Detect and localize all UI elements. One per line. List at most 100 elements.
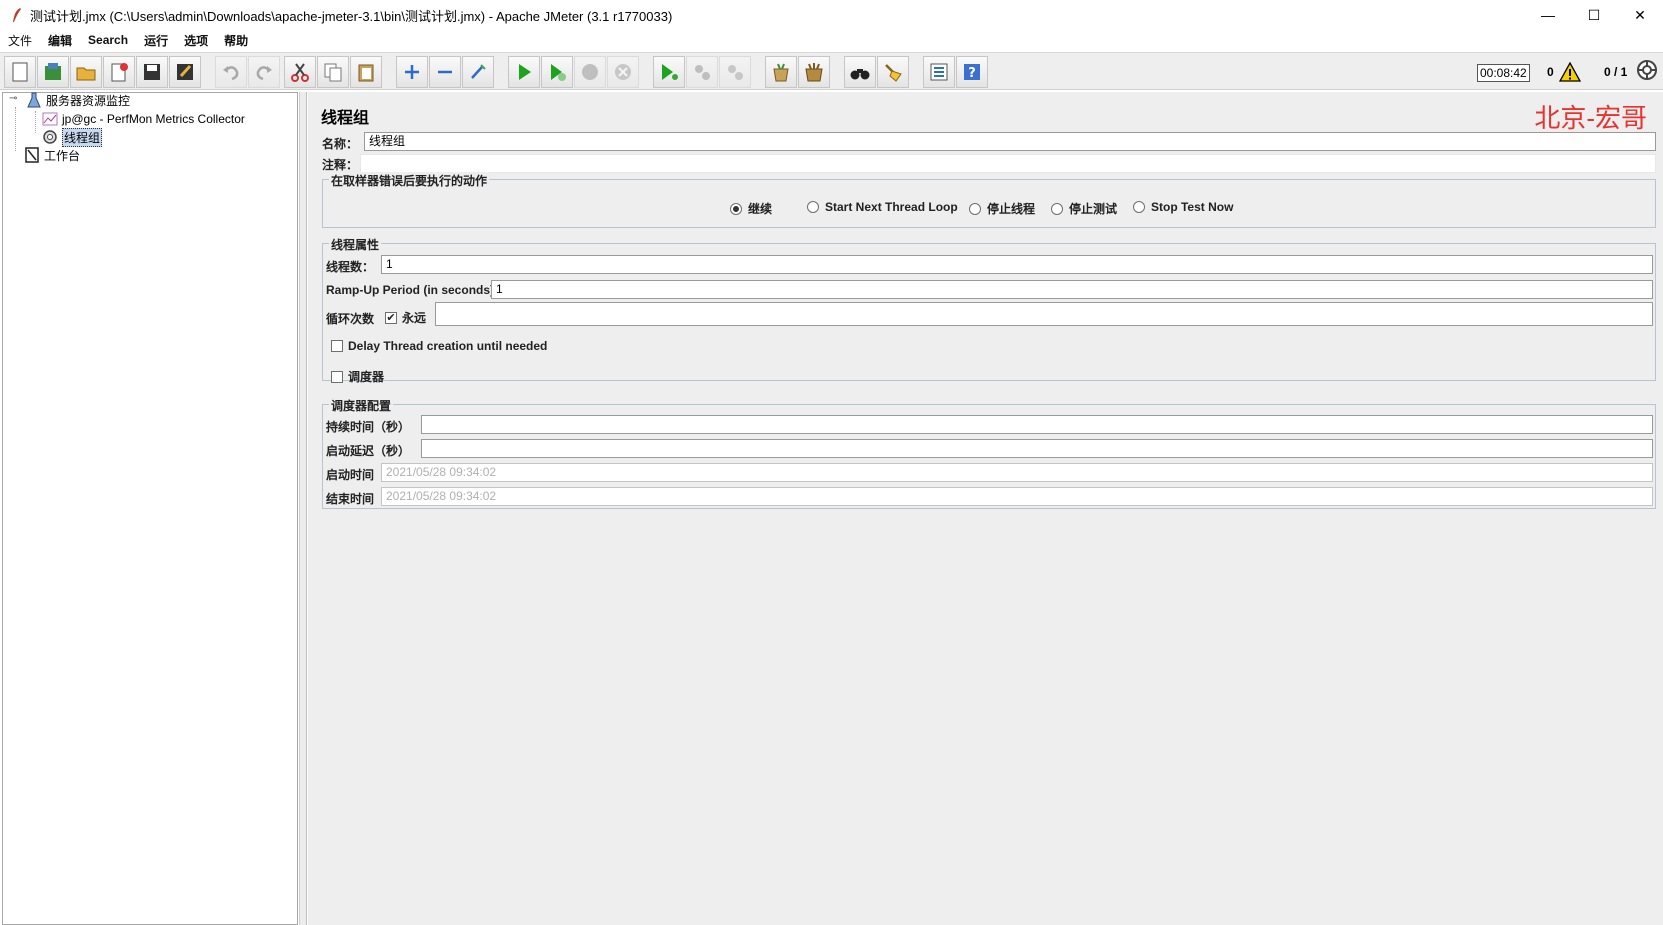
start-time-label: 启动时间: [326, 468, 375, 482]
duration-input[interactable]: [421, 415, 1653, 434]
play-icon: [519, 64, 531, 80]
sampler-error-action-title: 在取样器错误后要执行的动作: [329, 172, 490, 189]
play-no-timers-icon: [551, 64, 566, 81]
delay-thread-creation-label: Delay Thread creation until needed: [348, 339, 548, 353]
tree-expand-handle-icon[interactable]: ⊸: [9, 93, 17, 107]
shutdown-icon: [615, 64, 631, 80]
remote-stop-button[interactable]: [686, 56, 718, 88]
start-button[interactable]: [508, 56, 540, 88]
tree-item-perfmon[interactable]: jp@gc - PerfMon Metrics Collector: [41, 110, 245, 128]
undo-icon: [223, 66, 239, 81]
radio-start-next-loop[interactable]: Start Next Thread Loop: [807, 200, 958, 214]
templates-button[interactable]: [37, 56, 69, 88]
cut-button[interactable]: [284, 56, 316, 88]
scheduler-checkbox[interactable]: 调度器: [331, 368, 384, 385]
minimize-button[interactable]: —: [1525, 0, 1571, 30]
radio-stop-test-now-indicator[interactable]: [1133, 201, 1145, 213]
test-plan-tree[interactable]: ⊸ 服务器资源监控 jp@gc - PerfMon Metrics Collec…: [2, 92, 298, 925]
clear-button[interactable]: [765, 56, 797, 88]
radio-continue[interactable]: 继续: [730, 200, 772, 217]
open-button[interactable]: [70, 56, 102, 88]
forever-checkbox-box[interactable]: ✔: [385, 311, 397, 324]
reset-search-button[interactable]: [877, 56, 909, 88]
save-as-button[interactable]: [169, 56, 201, 88]
rampup-input[interactable]: 1: [491, 280, 1653, 299]
expand-all-button[interactable]: [396, 56, 428, 88]
thread-count-input[interactable]: 1: [381, 255, 1653, 274]
end-time-input[interactable]: 2021/05/28 09:34:02: [381, 487, 1653, 506]
radio-stop-test-indicator[interactable]: [1051, 202, 1063, 215]
search-button[interactable]: [844, 56, 876, 88]
remote-start-button[interactable]: [653, 56, 685, 88]
start-no-pause-button[interactable]: [541, 56, 573, 88]
title-bar: 测试计划.jmx (C:\Users\admin\Downloads\apach…: [0, 0, 1663, 30]
radio-continue-label: 继续: [748, 202, 773, 216]
toggle-wand-icon: [471, 64, 486, 79]
close-plan-button[interactable]: [103, 56, 135, 88]
list-icon: [930, 63, 948, 81]
scheduler-checkbox-box[interactable]: [331, 370, 343, 383]
paste-button[interactable]: [350, 56, 382, 88]
radio-stop-test-now-label: Stop Test Now: [1151, 200, 1234, 214]
name-input[interactable]: 线程组: [364, 132, 1656, 151]
forever-checkbox[interactable]: ✔ 永远: [385, 309, 426, 326]
paste-clipboard-icon: [358, 64, 374, 82]
remote-shutdown-button[interactable]: [719, 56, 751, 88]
collapse-all-button[interactable]: [429, 56, 461, 88]
maximize-button[interactable]: ☐: [1571, 0, 1617, 30]
delay-thread-creation-box[interactable]: [331, 340, 343, 352]
scheduler-config-group: 调度器配置 持续时间（秒） 启动延迟（秒） 启动时间 2021/05/28 09…: [322, 397, 1656, 509]
menu-options[interactable]: 选项: [176, 32, 216, 49]
new-button[interactable]: [4, 56, 36, 88]
undo-button[interactable]: [215, 56, 247, 88]
copy-button[interactable]: [317, 56, 349, 88]
stop-button[interactable]: [574, 56, 606, 88]
function-helper-button[interactable]: [923, 56, 955, 88]
tree-guide-line: [35, 111, 36, 133]
menu-bar: 文件 编辑 Search 运行 选项 帮助: [0, 30, 1663, 50]
help-question-icon: ?: [964, 64, 980, 81]
svg-text:?: ?: [968, 66, 976, 81]
menu-file[interactable]: 文件: [0, 32, 40, 49]
radio-start-next-loop-indicator[interactable]: [807, 201, 819, 213]
menu-help[interactable]: 帮助: [216, 32, 256, 49]
broom-all-icon: [805, 63, 823, 82]
warning-icon[interactable]: [1559, 62, 1581, 82]
thread-properties-title: 线程属性: [329, 236, 382, 253]
remote-shutdown-icon: [728, 65, 743, 80]
thread-group-panel: 线程组 北京-宏哥 名称： 线程组 注释： 在取样器错误后要执行的动作 继续 S…: [308, 92, 1663, 925]
menu-search[interactable]: Search: [80, 33, 136, 47]
clear-all-button[interactable]: [798, 56, 830, 88]
radio-stop-thread[interactable]: 停止线程: [969, 200, 1035, 217]
broom-icon: [773, 63, 789, 82]
shutdown-button[interactable]: [607, 56, 639, 88]
help-button[interactable]: ?: [956, 56, 988, 88]
radio-stop-test-now[interactable]: Stop Test Now: [1133, 200, 1233, 214]
radio-continue-indicator[interactable]: [730, 202, 742, 215]
close-button[interactable]: ✕: [1617, 0, 1663, 30]
delay-thread-creation-checkbox[interactable]: Delay Thread creation until needed: [331, 339, 547, 353]
minus-icon: [438, 70, 452, 74]
radio-stop-test[interactable]: 停止测试: [1051, 200, 1117, 217]
tree-item-root[interactable]: ⊸ 服务器资源监控: [9, 91, 130, 109]
rampup-label: Ramp-Up Period (in seconds):: [326, 283, 499, 297]
redo-button[interactable]: [248, 56, 280, 88]
split-pane-divider[interactable]: [299, 92, 307, 925]
startup-delay-input[interactable]: [421, 439, 1653, 458]
panel-title: 线程组: [321, 110, 370, 127]
menu-edit[interactable]: 编辑: [40, 32, 80, 49]
workbench-icon: [23, 147, 41, 163]
start-time-input[interactable]: 2021/05/28 09:34:02: [381, 463, 1653, 482]
templates-icon: [45, 63, 61, 80]
radio-stop-thread-indicator[interactable]: [969, 202, 981, 215]
radio-start-next-loop-label: Start Next Thread Loop: [825, 200, 958, 214]
save-button[interactable]: [136, 56, 168, 88]
toggle-button[interactable]: [462, 56, 494, 88]
name-label: 名称：: [322, 137, 359, 151]
tree-item-workbench[interactable]: 工作台: [23, 146, 80, 164]
tree-item-thread-group[interactable]: 线程组: [41, 127, 103, 147]
loop-count-input[interactable]: [435, 302, 1653, 326]
comment-input[interactable]: [360, 154, 1656, 173]
menu-run[interactable]: 运行: [136, 32, 176, 49]
thread-count-label: 线程数：: [326, 260, 375, 274]
